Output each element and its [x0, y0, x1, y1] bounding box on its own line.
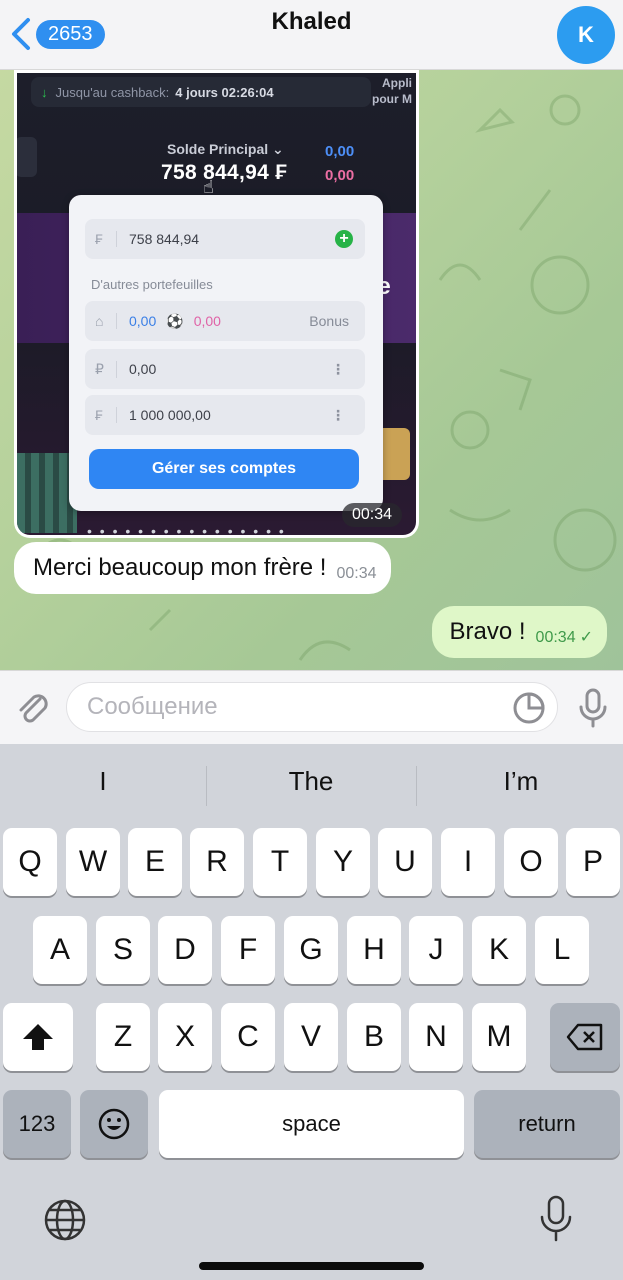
keyboard: I The I’m Q W E R T Y U I O P A S D F G …	[0, 744, 623, 1280]
chat-header: 2653 Khaled K	[0, 0, 623, 70]
delete-icon	[566, 1023, 603, 1051]
wallet-currency: ₽	[95, 360, 117, 378]
bonus-icon: ⌂	[95, 313, 117, 329]
key-i[interactable]: I	[441, 828, 495, 896]
backspace-key[interactable]	[550, 1003, 620, 1071]
photo-message[interactable]: ete ici ↓ Jusqu'au cashback: 4 jours 02:…	[14, 70, 419, 538]
mini-balance-1: 0,00	[325, 143, 355, 160]
key-e[interactable]: E	[128, 828, 182, 896]
composer-bar: Сообщение	[0, 670, 623, 744]
bonus-label: Bonus	[309, 313, 349, 329]
solde-label: Solde Principal ⌄	[167, 141, 284, 157]
manage-accounts-button: Gérer ses comptes	[89, 449, 359, 489]
other-wallets-label: D'autres portefeuilles	[91, 277, 213, 292]
applis-text: Appli pour M	[372, 75, 412, 107]
key-y[interactable]: Y	[316, 828, 370, 896]
key-j[interactable]: J	[409, 916, 463, 984]
suggestion-1[interactable]: I	[0, 766, 206, 797]
down-arrow-icon: ↓	[41, 84, 48, 100]
cashback-timer: 4 jours 02:26:04	[175, 84, 274, 100]
mini-balance-2: 0,00	[325, 167, 355, 184]
emoji-icon	[98, 1108, 130, 1140]
wallet-screenshot-photo: ete ici ↓ Jusqu'au cashback: 4 jours 02:…	[17, 73, 416, 535]
key-b[interactable]: B	[347, 1003, 401, 1071]
key-z[interactable]: Z	[96, 1003, 150, 1071]
solde-value: 758 844,94 ₣	[161, 161, 288, 184]
message-text: Merci beaucoup mon frère !	[33, 554, 327, 581]
main-wallet-row: ₣ 758 844,94 +	[85, 219, 365, 259]
suggestion-2[interactable]: The	[208, 766, 414, 797]
microphone-icon[interactable]	[576, 687, 610, 729]
message-input[interactable]: Сообщение	[66, 682, 558, 732]
photo-tile	[17, 453, 77, 533]
numbers-key[interactable]: 123	[3, 1090, 71, 1158]
key-x[interactable]: X	[158, 1003, 212, 1071]
franc-wallet-row: ₣ 1 000 000,00 ⋮	[85, 395, 365, 435]
key-h[interactable]: H	[347, 916, 401, 984]
photo-timestamp: 00:34	[341, 503, 402, 527]
wallet-value: 758 844,94	[129, 231, 200, 247]
key-f[interactable]: F	[221, 916, 275, 984]
bonus-wallet-row: ⌂ 0,00 ⚽ 0,00 Bonus	[85, 301, 365, 341]
space-key[interactable]: space	[159, 1090, 464, 1158]
attach-icon[interactable]	[12, 687, 52, 727]
key-s[interactable]: S	[96, 916, 150, 984]
wallet-value: 0,00	[129, 361, 157, 377]
dictation-mic-icon[interactable]	[538, 1194, 574, 1244]
key-p[interactable]: P	[566, 828, 620, 896]
key-t[interactable]: T	[253, 828, 307, 896]
key-k[interactable]: K	[472, 916, 526, 984]
message-text: Bravo !	[449, 618, 526, 645]
applis-line-2: pour M	[372, 92, 412, 106]
home-indicator[interactable]	[199, 1262, 424, 1270]
key-c[interactable]: C	[221, 1003, 275, 1071]
ruble-wallet-row: ₽ 0,00 ⋮	[85, 349, 365, 389]
suggestion-divider	[416, 766, 417, 806]
wallets-panel: ₣ 758 844,94 + D'autres portefeuilles ⌂ …	[69, 195, 383, 511]
read-check-icon: ✓	[579, 629, 593, 646]
shift-icon	[23, 1024, 53, 1050]
applis-line-1: Appli	[382, 76, 412, 90]
wallet-currency: ₣	[95, 407, 117, 423]
more-icon: ⋮	[331, 360, 345, 377]
chat-title[interactable]: Khaled	[0, 8, 623, 36]
cashback-bar: ↓ Jusqu'au cashback: 4 jours 02:26:04	[31, 77, 371, 107]
more-icon: ⋮	[331, 406, 345, 423]
key-n[interactable]: N	[409, 1003, 463, 1071]
bonus-value-2: 0,00	[193, 313, 221, 329]
key-d[interactable]: D	[158, 916, 212, 984]
wallet-value: 1 000 000,00	[129, 407, 211, 423]
avatar[interactable]: K	[557, 6, 615, 64]
key-v[interactable]: V	[284, 1003, 338, 1071]
emoji-key[interactable]	[80, 1090, 148, 1158]
plus-icon: +	[335, 230, 353, 248]
suggestion-bar: I The I’m	[0, 744, 623, 820]
bonus-value-1: 0,00	[129, 313, 157, 329]
suggestion-3[interactable]: I’m	[418, 766, 623, 797]
carousel-dots: • • • • • • • • • • • • • • • •	[87, 523, 286, 535]
suggestion-divider	[206, 766, 207, 806]
chat-area: ete ici ↓ Jusqu'au cashback: 4 jours 02:…	[0, 70, 623, 670]
incoming-message[interactable]: Merci beaucoup mon frère ! 00:34	[14, 542, 391, 594]
key-g[interactable]: G	[284, 916, 338, 984]
cashback-label: Jusqu'au cashback:	[55, 84, 170, 100]
key-a[interactable]: A	[33, 916, 87, 984]
wallet-currency: ₣	[95, 231, 117, 247]
key-u[interactable]: U	[378, 828, 432, 896]
globe-icon[interactable]	[42, 1197, 88, 1243]
key-o[interactable]: O	[504, 828, 558, 896]
message-time: 00:34	[535, 629, 576, 646]
message-time: 00:34	[336, 565, 377, 582]
key-l[interactable]: L	[535, 916, 589, 984]
return-key[interactable]: return	[474, 1090, 620, 1158]
outgoing-message[interactable]: Bravo ! 00:34 ✓	[431, 606, 607, 658]
key-r[interactable]: R	[190, 828, 244, 896]
photo-left-chip	[17, 137, 37, 177]
sticker-icon[interactable]	[512, 691, 546, 725]
key-w[interactable]: W	[66, 828, 120, 896]
shift-key[interactable]	[3, 1003, 73, 1071]
key-m[interactable]: M	[472, 1003, 526, 1071]
key-q[interactable]: Q	[3, 828, 57, 896]
soccer-icon: ⚽	[166, 312, 184, 329]
